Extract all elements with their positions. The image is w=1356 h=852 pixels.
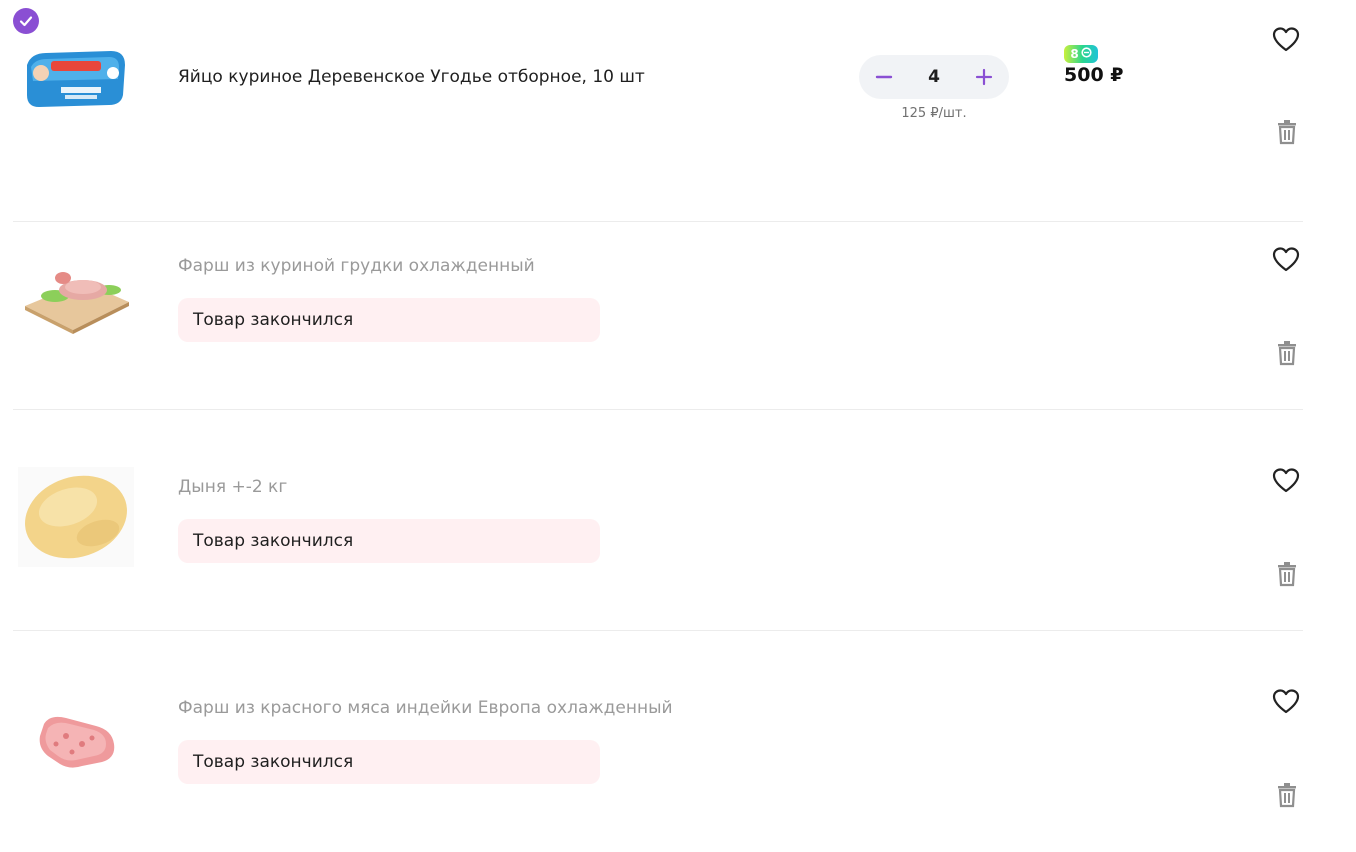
cart-item: Фарш из куриной грудки охлажденный Товар… (13, 188, 1303, 410)
points-badge-icon (1081, 47, 1092, 61)
out-of-stock-notice: Товар закончился (178, 519, 600, 563)
cart-item: Фарш из красного мяса индейки Европа охл… (13, 630, 1303, 851)
chicken-mince-image[interactable] (17, 250, 135, 346)
heart-icon[interactable] (1271, 25, 1301, 55)
trash-icon[interactable] (1275, 119, 1299, 145)
unit-price: 125 ₽/шт. (901, 106, 967, 121)
points-badge: 8 (1064, 45, 1098, 63)
item-title[interactable]: Фарш из красного мяса индейки Европа охл… (178, 697, 673, 719)
heart-icon[interactable] (1271, 466, 1301, 496)
trash-icon[interactable] (1275, 782, 1299, 808)
out-of-stock-notice: Товар закончился (178, 740, 600, 784)
quantity-stepper[interactable]: 4 (859, 55, 1009, 99)
cart-item: Дыня +-2 кг Товар закончился (13, 409, 1303, 631)
points-badge-value: 8 (1070, 47, 1079, 61)
trash-icon[interactable] (1275, 561, 1299, 587)
turkey-mince-image[interactable] (17, 692, 135, 788)
out-of-stock-notice: Товар закончился (178, 298, 600, 342)
egg-carton-image[interactable] (17, 30, 135, 126)
item-price: 500 ₽ (1064, 64, 1124, 86)
item-title[interactable]: Дыня +-2 кг (178, 476, 287, 498)
heart-icon[interactable] (1271, 687, 1301, 717)
item-title[interactable]: Фарш из куриной грудки охлажденный (178, 255, 535, 277)
trash-icon[interactable] (1275, 340, 1299, 366)
quantity-value: 4 (928, 67, 940, 87)
item-title[interactable]: Яйцо куриное Деревенское Угодье отборное… (178, 66, 645, 88)
minus-icon[interactable] (873, 66, 895, 88)
heart-icon[interactable] (1271, 245, 1301, 275)
melon-image[interactable] (17, 467, 135, 567)
plus-icon[interactable] (973, 66, 995, 88)
